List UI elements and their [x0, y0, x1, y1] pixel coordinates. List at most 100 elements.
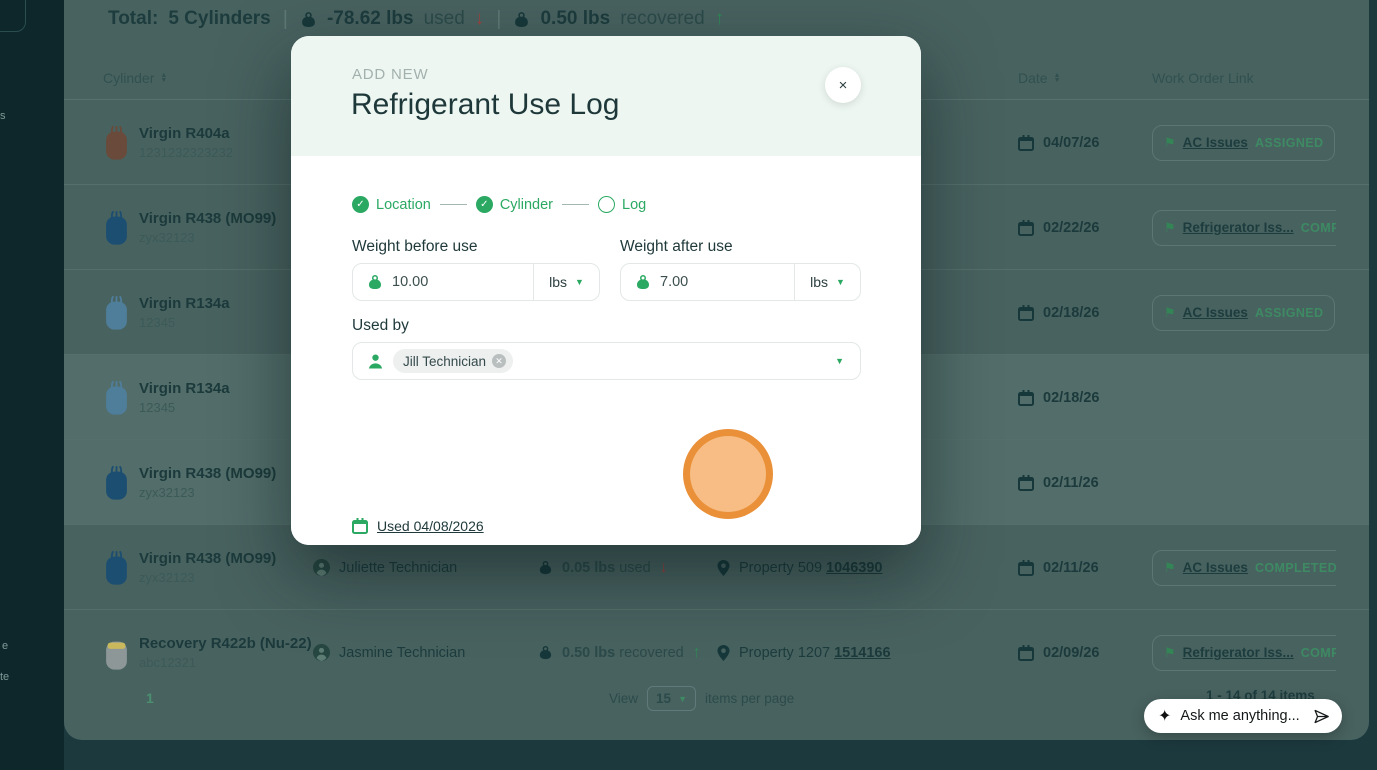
calendar-icon [1018, 389, 1034, 406]
items-per-page-label: items per page [704, 691, 795, 706]
flag-icon: ⚑ [1164, 559, 1176, 575]
calendar-icon [1018, 219, 1034, 236]
ask-anything-bar[interactable]: ✦ Ask me anything... [1144, 699, 1342, 733]
work-order-pill[interactable]: ⚑ Refrigerator Iss... COMPLETED [1152, 209, 1336, 246]
modal-kicker: ADD NEW [352, 66, 429, 83]
sidebar: s e te [0, 0, 64, 770]
cylinder-serial: abc12321 [139, 655, 197, 670]
person-icon [367, 353, 384, 370]
pagination-page-1[interactable]: 1 [146, 690, 154, 706]
step-location: ✓ Location [352, 196, 431, 213]
modal-body: ✓ Location ✓ Cylinder Log Weight before … [291, 156, 921, 545]
cylinder-cell: Recovery R422b (Nu-22) abc12321 [103, 610, 312, 695]
work-order-pill[interactable]: ⚑ AC Issues ASSIGNED [1152, 124, 1336, 161]
used-by-label: Used by [352, 317, 409, 334]
date-value: 02/18/26 [1043, 304, 1100, 321]
cylinder-name: Virgin R438 (MO99) [139, 210, 277, 227]
date-cell: 04/07/26 [1018, 100, 1099, 185]
recovered-suffix: recovered [620, 8, 705, 29]
arrow-up-icon: ↑ [714, 8, 725, 29]
work-order-pill[interactable]: ⚑ AC Issues ASSIGNED [1152, 294, 1336, 331]
column-header-date[interactable]: Date ▲ ▼ [1018, 70, 1061, 86]
work-order-status-badge: COMPLETED [1300, 220, 1336, 235]
cylinder-serial: zyx32123 [139, 485, 195, 500]
weight-before-unit-select[interactable]: lbs ▼ [533, 264, 599, 300]
step-connector [439, 203, 467, 206]
cylinder-serial: 12345 [139, 400, 176, 415]
weight-after-input[interactable]: 7.00 lbs ▼ [620, 263, 861, 301]
sidebar-label-fragment: te [0, 671, 10, 683]
cylinder-cell: Virgin R438 (MO99) zyx32123 [103, 525, 276, 610]
usage-arrow-icon: ↓ [659, 558, 668, 576]
property-name: Property 1207 [739, 644, 831, 661]
work-order-cell: ⚑ AC Issues ASSIGNED [1152, 100, 1336, 185]
work-order-pill[interactable]: ⚑ Refrigerator Iss... COMPLETED [1152, 634, 1336, 671]
weight-after-unit-select[interactable]: lbs ▼ [794, 264, 860, 300]
weight-after-label: Weight after use [620, 238, 733, 255]
refrigerant-use-log-modal: ADD NEW Refrigerant Use Log × ✓ Location… [291, 36, 921, 545]
cylinder-name: Virgin R134a [139, 295, 230, 312]
used-date-link[interactable]: Used 04/08/2026 [377, 518, 484, 534]
stepper: ✓ Location ✓ Cylinder Log [352, 196, 646, 213]
flag-icon: ⚑ [1164, 134, 1176, 150]
sort-icon[interactable]: ▲ ▼ [160, 72, 167, 84]
per-page-select[interactable]: 15 ▼ [647, 686, 696, 711]
modal-title: Refrigerant Use Log [351, 88, 620, 121]
cylinder-tank-icon [103, 125, 130, 161]
weight-icon [513, 11, 530, 28]
work-order-link[interactable]: AC Issues [1183, 135, 1248, 150]
property-link[interactable]: 1046390 [826, 560, 882, 576]
calendar-icon [1018, 304, 1034, 321]
summary-bar: Total: 5 Cylinders | -78.62 lbs used ↓ |… [108, 4, 724, 34]
sidebar-label-fragment: e [2, 640, 9, 652]
usage-suffix: used [619, 559, 651, 576]
work-order-pill[interactable]: ⚑ AC Issues COMPLETED [1152, 549, 1336, 586]
column-header-cylinder[interactable]: Cylinder ▲ ▼ [103, 70, 167, 86]
technician-name: Jasmine Technician [339, 644, 466, 661]
work-order-status-badge: COMPLETED [1300, 645, 1336, 660]
weight-before-value[interactable]: 10.00 [392, 274, 428, 290]
divider: | [282, 7, 288, 30]
used-by-chip: Jill Technician ✕ [393, 349, 514, 373]
location-pin-icon [717, 644, 730, 661]
step-log: Log [598, 196, 646, 213]
total-value: 5 Cylinders [168, 8, 271, 29]
close-button[interactable]: × [825, 67, 861, 103]
usage-suffix: recovered [619, 644, 684, 661]
cylinder-serial: zyx32123 [139, 230, 195, 245]
arrow-down-icon: ↓ [474, 8, 485, 29]
cylinder-serial: 12345 [139, 315, 176, 330]
cylinder-tank-icon [103, 550, 130, 586]
step-check-icon: ✓ [475, 196, 493, 213]
table-row[interactable]: Recovery R422b (Nu-22) abc12321 Jasmine … [64, 610, 1369, 695]
usage-value: 0.05 lbs [562, 559, 616, 576]
work-order-link[interactable]: AC Issues [1183, 305, 1248, 320]
property-name: Property 509 [739, 559, 823, 576]
date-value: 04/07/26 [1043, 134, 1100, 151]
calendar-icon [1018, 559, 1034, 576]
work-order-status-badge: ASSIGNED [1254, 305, 1324, 320]
sort-icon[interactable]: ▲ ▼ [1054, 72, 1061, 84]
sidebar-top-button[interactable] [0, 0, 26, 32]
modal-header: ADD NEW Refrigerant Use Log × [291, 36, 921, 156]
weight-icon [635, 274, 651, 290]
cylinder-tank-icon [103, 295, 130, 331]
work-order-link[interactable]: AC Issues [1183, 560, 1248, 575]
work-order-link[interactable]: Refrigerator Iss... [1183, 645, 1294, 660]
used-by-select[interactable]: Jill Technician ✕ ▼ [352, 342, 861, 380]
chevron-down-icon: ▼ [835, 277, 845, 287]
weight-icon [538, 645, 553, 660]
cylinder-tank-icon [103, 380, 130, 416]
remove-chip-icon[interactable]: ✕ [492, 354, 507, 368]
property-link[interactable]: 1514166 [834, 645, 890, 661]
weight-after-value[interactable]: 7.00 [660, 274, 688, 290]
work-order-link[interactable]: Refrigerator Iss... [1183, 220, 1294, 235]
date-value: 02/09/26 [1043, 644, 1100, 661]
weight-before-input[interactable]: 10.00 lbs ▼ [352, 263, 600, 301]
calendar-icon [352, 518, 368, 534]
chevron-down-icon: ▼ [678, 693, 687, 704]
recovered-value: 0.50 lbs [540, 8, 611, 29]
step-cylinder: ✓ Cylinder [475, 196, 553, 213]
ask-anything-input[interactable]: Ask me anything... [1180, 708, 1304, 724]
send-icon[interactable] [1313, 708, 1330, 725]
